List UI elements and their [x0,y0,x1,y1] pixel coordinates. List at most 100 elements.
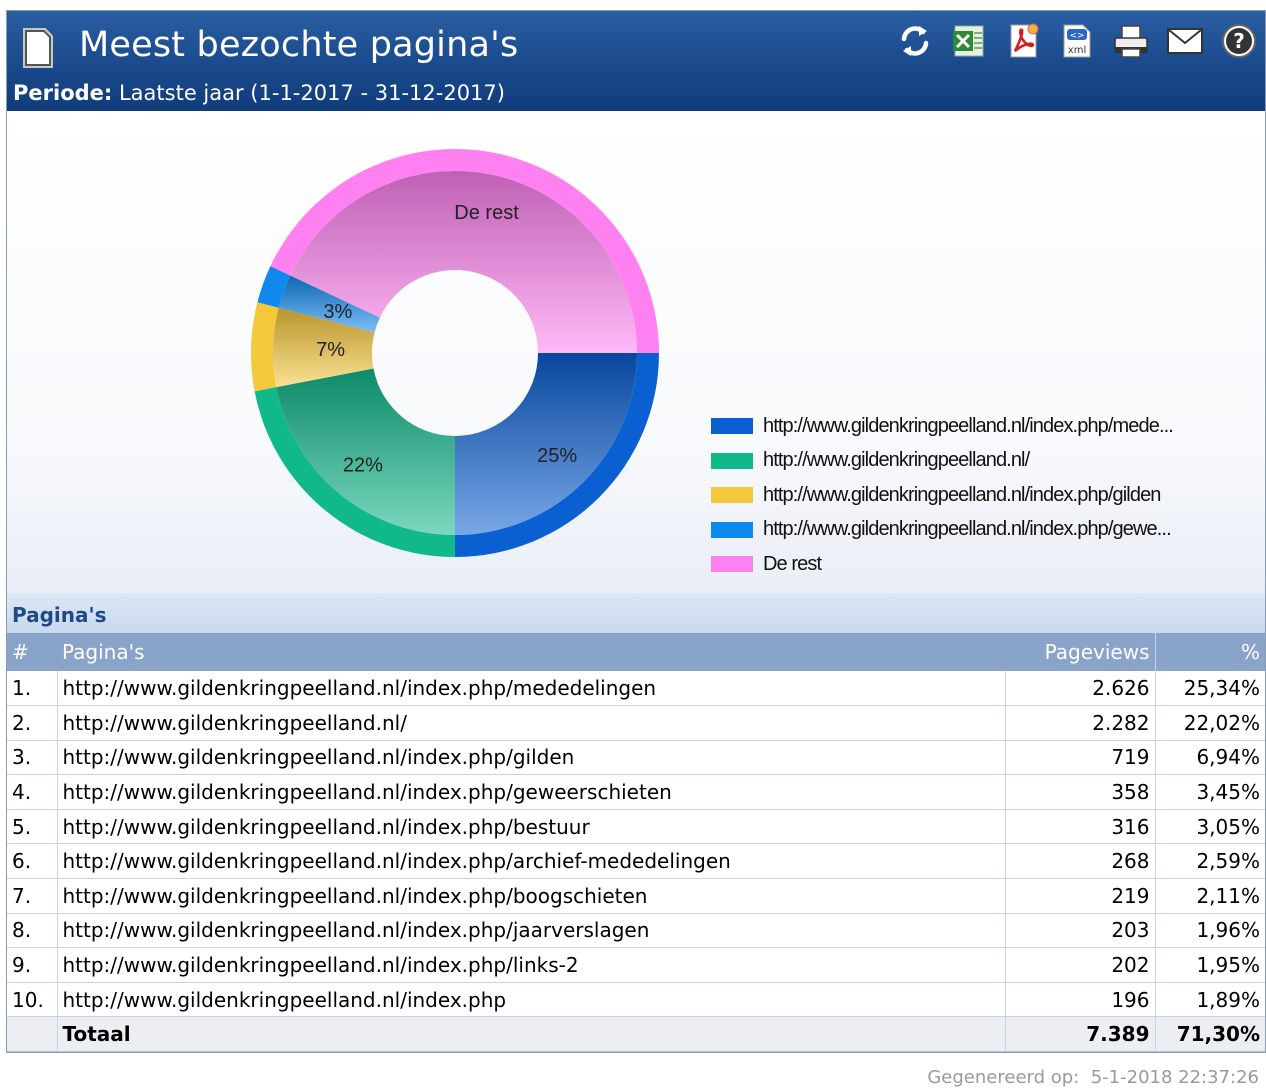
pageviews-cell: 219 [1005,878,1155,914]
legend-swatch [711,521,753,538]
pdf-export-icon [1010,23,1039,58]
refresh-icon [901,26,929,56]
percent-cell: 25,34% [1154,671,1265,707]
column-header-rank: # [7,633,57,671]
generated-value: 5-1-2018 22:37:26 [1090,1067,1259,1088]
report-header: Meest bezochte pagina's Periode: Laatste… [7,11,1265,111]
print-button[interactable] [1111,21,1151,61]
table-header-row: # Pagina's Pageviews % [7,633,1265,671]
table-row: 8. http://www.gildenkringpeelland.nl/inde… [7,913,1265,949]
table-row: 4. http://www.gildenkringpeelland.nl/inde… [7,774,1265,810]
pageviews-cell: 196 [1005,982,1155,1018]
legend-item: http://www.gildenkringpeelland.nl/index.… [711,478,1261,513]
generated-timestamp: Gegenereerd op: 5-1-2018 22:37:26 [927,1067,1259,1088]
rank-cell: 3. [7,740,57,776]
page-url-link[interactable]: http://www.gildenkringpeelland.nl/index.… [63,953,579,977]
page-url-cell: http://www.gildenkringpeelland.nl/index.… [56,843,1006,880]
percent-cell: 22,02% [1154,705,1265,741]
legend-label: http://www.gildenkringpeelland.nl/index.… [763,518,1172,541]
column-header-page[interactable]: Pagina's [57,633,1005,671]
page-url-link[interactable]: http://www.gildenkringpeelland.nl/index.… [63,815,590,839]
pageviews-cell: 203 [1005,913,1155,949]
page-url-cell: http://www.gildenkringpeelland.nl/index.… [56,878,1006,914]
page-url-cell: http://www.gildenkringpeelland.nl/index.… [56,913,1006,949]
rank-cell: 1. [7,671,57,707]
donut-chart: 25% 22% 7% 3% De rest [251,149,659,557]
page-url-cell: http://www.gildenkringpeelland.nl/ [56,705,1006,741]
legend-label: http://www.gildenkringpeelland.nl/ [763,449,1030,472]
chart-area: 25% 22% 7% 3% De rest http://www.gildenkring… [7,111,1265,593]
column-header-percent[interactable]: % [1154,633,1265,671]
email-icon [1167,28,1203,54]
svg-text:xml: xml [1068,45,1086,56]
page-url-cell: http://www.gildenkringpeelland.nl/index.… [56,982,1006,1018]
pageviews-cell: 358 [1005,774,1155,810]
page-url-link[interactable]: http://www.gildenkringpeelland.nl/index.… [63,918,650,942]
slice-data-label: 3% [323,301,352,323]
legend-item: http://www.gildenkringpeelland.nl/index.… [711,513,1261,548]
page-url-link[interactable]: http://www.gildenkringpeelland.nl/index.… [63,849,731,873]
donut-slice[interactable] [276,368,455,535]
xml-export-button[interactable]: <> xml [1057,21,1097,61]
donut-slice[interactable] [455,353,637,535]
table-row: 6. http://www.gildenkringpeelland.nl/inde… [7,843,1265,880]
help-icon: ? [1222,24,1256,58]
pageviews-cell: 202 [1005,947,1155,983]
pages-table: # Pagina's Pageviews % 1. http://www.gild… [7,633,1265,1053]
pageviews-cell: 2.282 [1005,705,1155,741]
percent-cell: 3,05% [1154,809,1265,845]
page-icon [23,28,53,68]
percent-cell: 3,45% [1154,774,1265,810]
excel-export-icon [953,25,984,57]
pageviews-cell: 719 [1005,740,1155,776]
rank-cell: 4. [7,774,57,810]
table-row: 7. http://www.gildenkringpeelland.nl/inde… [7,878,1265,914]
report-panel: Meest bezochte pagina's Periode: Laatste… [6,10,1266,1088]
rank-cell: 6. [7,843,57,880]
pageviews-cell: 2.626 [1005,671,1155,707]
legend-swatch [711,556,753,573]
column-header-pageviews[interactable]: Pageviews [1005,633,1155,671]
pageviews-cell: 316 [1005,809,1155,845]
table-row: 5. http://www.gildenkringpeelland.nl/inde… [7,809,1265,845]
total-pageviews: 7.389 [1005,1016,1155,1053]
table-row: 1. http://www.gildenkringpeelland.nl/inde… [7,671,1265,707]
page-url-link[interactable]: http://www.gildenkringpeelland.nl/index.… [63,745,575,769]
email-button[interactable] [1165,21,1205,61]
period-text: Periode: Laatste jaar (1-1-2017 - 31-12-… [13,81,505,105]
percent-cell: 2,59% [1154,843,1265,880]
legend-label: http://www.gildenkringpeelland.nl/index.… [763,414,1174,437]
legend-item: http://www.gildenkringpeelland.nl/ [711,444,1261,479]
page-url-cell: http://www.gildenkringpeelland.nl/index.… [56,740,1006,776]
page-url-cell: http://www.gildenkringpeelland.nl/index.… [56,947,1006,983]
refresh-button[interactable] [895,21,935,61]
legend-swatch [711,452,753,469]
table-row: 2. http://www.gildenkringpeelland.nl/2.28… [7,705,1265,741]
table-row: 3. http://www.gildenkringpeelland.nl/inde… [7,740,1265,776]
total-percent: 71,30% [1154,1016,1265,1053]
legend-item: De rest [711,547,1261,582]
page-url-cell: http://www.gildenkringpeelland.nl/index.… [56,774,1006,810]
help-button[interactable]: ? [1219,21,1259,61]
slice-data-label: De rest [454,202,519,224]
chart-legend: http://www.gildenkringpeelland.nl/index.… [711,409,1261,582]
rank-cell: 8. [7,913,57,949]
page-url-link[interactable]: http://www.gildenkringpeelland.nl/index.… [63,988,507,1012]
svg-text:<>: <> [1069,31,1084,41]
rank-cell: 5. [7,809,57,845]
legend-label: http://www.gildenkringpeelland.nl/index.… [763,483,1161,506]
toolbar: <> xml ? [895,19,1259,63]
pdf-export-button[interactable] [1003,21,1043,61]
legend-swatch [711,487,753,504]
page-url-cell: http://www.gildenkringpeelland.nl/index.… [56,809,1006,845]
page-url-link[interactable]: http://www.gildenkringpeelland.nl/ [63,711,407,735]
excel-export-button[interactable] [949,21,989,61]
page-url-link[interactable]: http://www.gildenkringpeelland.nl/index.… [63,884,648,908]
page-url-cell: http://www.gildenkringpeelland.nl/index.… [56,671,1006,707]
rank-cell: 9. [7,947,57,983]
page-url-link[interactable]: http://www.gildenkringpeelland.nl/index.… [63,780,672,804]
table-row: 9. http://www.gildenkringpeelland.nl/inde… [7,947,1265,983]
page-title: Meest bezochte pagina's [79,25,519,65]
page-url-link[interactable]: http://www.gildenkringpeelland.nl/index.… [63,676,657,700]
slice-data-label: 7% [316,339,345,361]
